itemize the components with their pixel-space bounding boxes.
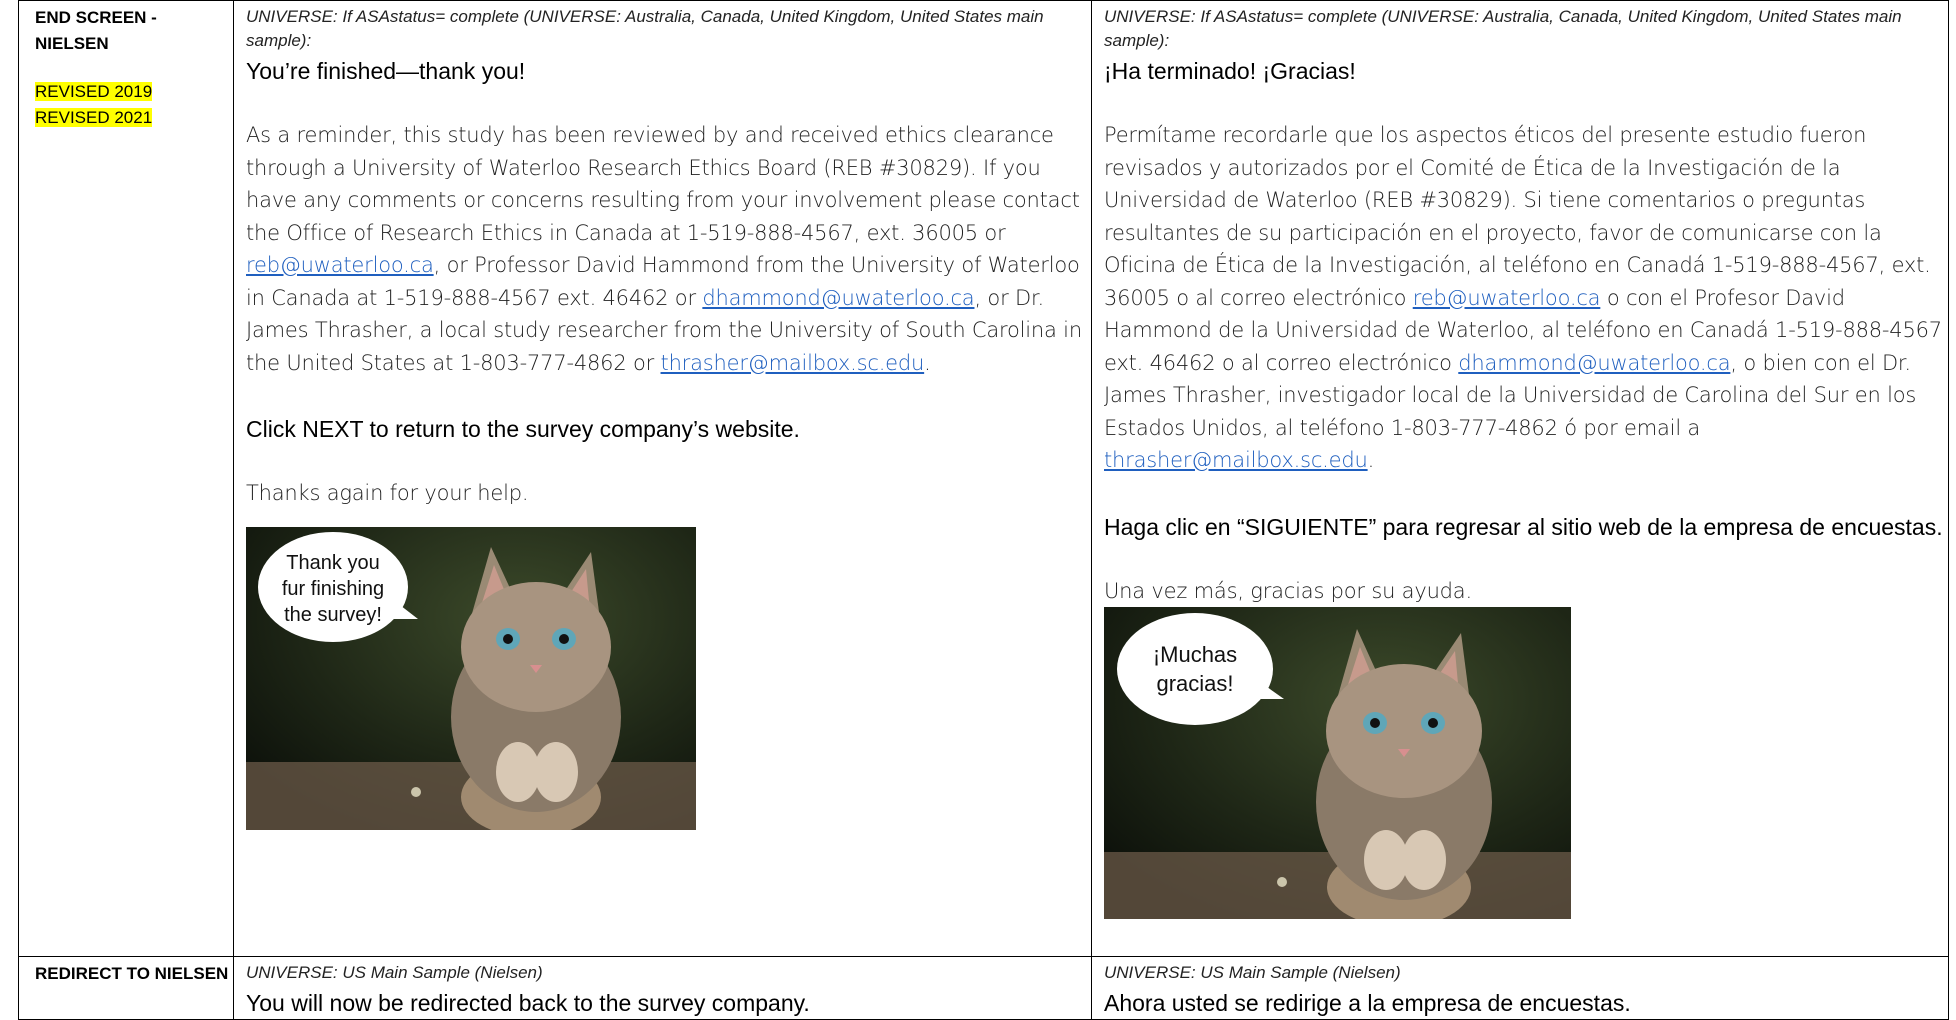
bubble-text: ¡Muchas: [1153, 642, 1237, 667]
next-instruction: Haga clic en “SIGUIENTE” para regresar a…: [1104, 513, 1943, 540]
revision-notes: REVISED 2019 REVISED 2021: [31, 79, 233, 131]
kitten-image: Thank you fur finishing the survey!: [246, 526, 696, 830]
bubble-text: Thank you: [286, 552, 379, 574]
english-cell: UNIVERSE: US Main Sample (Nielsen) You w…: [233, 956, 1092, 1020]
universe-note: UNIVERSE: US Main Sample (Nielsen): [246, 963, 543, 982]
universe-note: UNIVERSE: US Main Sample (Nielsen): [1104, 963, 1401, 982]
thanks-text: Una vez más, gracias por su ayuda.: [1104, 578, 1472, 603]
email-link[interactable]: thrasher@mailbox.sc.edu: [1104, 448, 1368, 472]
universe-note: UNIVERSE: If ASAstatus= complete (UNIVER…: [1104, 7, 1902, 50]
bubble-text: gracias!: [1156, 671, 1233, 696]
revised-badge: REVISED 2021: [35, 108, 153, 127]
table-row: END SCREEN - NIELSEN REVISED 2019 REVISE…: [18, 0, 1949, 957]
row-label: END SCREEN - NIELSEN: [35, 8, 157, 53]
spanish-cell: UNIVERSE: US Main Sample (Nielsen) Ahora…: [1091, 956, 1949, 1020]
table-row: REDIRECT TO NIELSEN UNIVERSE: US Main Sa…: [18, 956, 1949, 1020]
english-cell: UNIVERSE: If ASAstatus= complete (UNIVER…: [233, 0, 1092, 957]
bubble-text: the survey!: [284, 604, 382, 626]
row-label: REDIRECT TO NIELSEN: [35, 964, 229, 983]
redirect-heading: Ahora usted se redirige a la empresa de …: [1104, 990, 1631, 1016]
revised-badge: REVISED 2019: [35, 82, 153, 101]
email-link[interactable]: reb@uwaterloo.ca: [246, 253, 434, 277]
redirect-heading: You will now be redirected back to the s…: [246, 990, 810, 1016]
kitten-illustration: Thank you fur finishing the survey!: [246, 526, 696, 830]
email-link[interactable]: reb@uwaterloo.ca: [1413, 286, 1601, 310]
survey-spec-table: END SCREEN - NIELSEN REVISED 2019 REVISE…: [18, 0, 1949, 1020]
end-heading: You’re finished—thank you!: [246, 58, 526, 84]
end-heading: ¡Ha terminado! ¡Gracias!: [1104, 58, 1356, 84]
ethics-paragraph: Permítame recordarle que los aspectos ét…: [1104, 123, 1942, 472]
email-link[interactable]: dhammond@uwaterloo.ca: [1458, 351, 1730, 375]
thanks-text: Thanks again for your help.: [246, 481, 529, 505]
universe-note: UNIVERSE: If ASAstatus= complete (UNIVER…: [246, 7, 1044, 50]
bubble-text: fur finishing: [282, 578, 384, 600]
spanish-cell: UNIVERSE: If ASAstatus= complete (UNIVER…: [1091, 0, 1949, 957]
row-label-cell: REDIRECT TO NIELSEN: [18, 956, 234, 1020]
kitten-illustration: ¡Muchas gracias!: [1104, 607, 1571, 919]
kitten-image: ¡Muchas gracias!: [1104, 607, 1571, 919]
next-instruction: Click NEXT to return to the survey compa…: [246, 416, 800, 442]
ethics-paragraph: As a reminder, this study has been revie…: [246, 123, 1082, 375]
email-link[interactable]: dhammond@uwaterloo.ca: [702, 286, 974, 310]
row-label-cell: END SCREEN - NIELSEN REVISED 2019 REVISE…: [18, 0, 234, 957]
email-link[interactable]: thrasher@mailbox.sc.edu: [661, 351, 925, 375]
